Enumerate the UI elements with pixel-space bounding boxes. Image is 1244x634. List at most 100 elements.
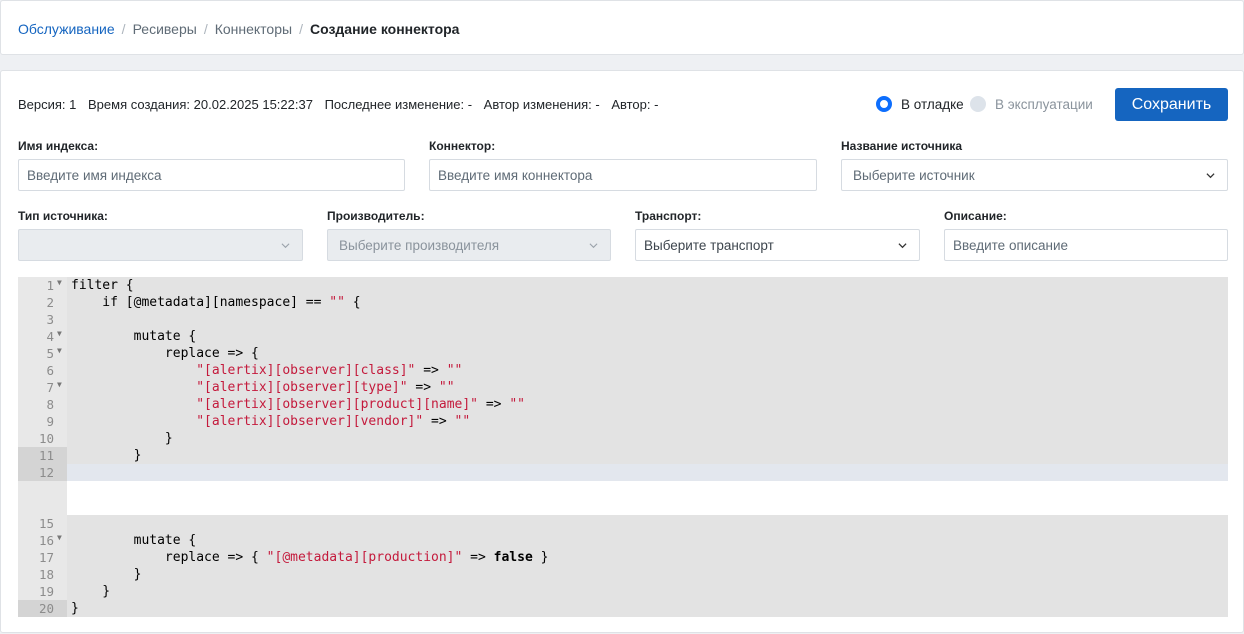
line-gutter: 9	[18, 413, 67, 430]
line-number: 6	[46, 363, 54, 378]
code-text: mutate {	[67, 328, 1228, 345]
description-input[interactable]: Введите описание	[944, 229, 1228, 261]
transport-label: Транспорт:	[635, 209, 702, 223]
source-type-select[interactable]	[18, 229, 303, 261]
chevron-down-icon	[1206, 173, 1215, 179]
line-gutter: 6	[18, 362, 67, 379]
line-number: 4	[46, 329, 54, 344]
fold-arrow-icon[interactable]: ▼	[57, 329, 62, 338]
breadcrumb-separator: /	[203, 21, 208, 37]
fold-arrow-icon[interactable]: ▼	[57, 533, 62, 542]
breadcrumb-item-service[interactable]: Обслуживание	[18, 21, 115, 37]
connector-label: Коннектор:	[429, 139, 496, 153]
code-editor[interactable]: 1 ▼ filter { 2 if [@metadata][namespace] …	[18, 277, 1228, 617]
transport-select[interactable]: Выберите транспорт	[635, 229, 920, 261]
line-gutter: 17	[18, 549, 67, 566]
code-text: replace => {	[67, 345, 1228, 362]
meta-created: Время создания: 20.02.2025 15:22:37	[88, 97, 313, 112]
line-number: 1	[46, 278, 54, 293]
line-gutter: 8	[18, 396, 67, 413]
line-number: 20	[38, 601, 54, 616]
save-button[interactable]: Сохранить	[1115, 88, 1228, 121]
chevron-down-icon	[281, 243, 290, 249]
code-line: 4 ▼ mutate {	[18, 328, 1228, 345]
code-line: 11 }	[18, 447, 1228, 464]
breadcrumb-bar: Обслуживание / Ресиверы / Коннекторы / С…	[0, 0, 1244, 55]
line-number: 5	[46, 346, 54, 361]
connector-placeholder: Введите имя коннектора	[438, 167, 593, 183]
source-name-label: Название источника	[841, 139, 963, 153]
editor-blank-area	[18, 481, 1228, 515]
code-text: "[alertix][observer][product][name]" => …	[67, 396, 1228, 413]
index-name-input[interactable]: Введите имя индекса	[18, 159, 405, 191]
source-type-label: Тип источника:	[18, 209, 108, 223]
code-text: }	[67, 600, 1228, 617]
line-number: 9	[46, 414, 54, 429]
code-text: if [@metadata][namespace] == "" {	[67, 294, 1228, 311]
breadcrumb-separator: /	[121, 21, 126, 37]
line-gutter: 16 ▼	[18, 532, 67, 549]
line-number: 7	[46, 380, 54, 395]
code-line: 2 if [@metadata][namespace] == "" {	[18, 294, 1228, 311]
code-line: 9 "[alertix][observer][vendor]" => ""	[18, 413, 1228, 430]
line-number: 16	[38, 533, 54, 548]
code-line: 5 ▼ replace => {	[18, 345, 1228, 362]
code-text: replace => { "[@metadata][production]" =…	[67, 549, 1228, 566]
code-text: }	[67, 566, 1228, 583]
code-line: 15	[18, 515, 1228, 532]
fold-arrow-icon[interactable]: ▼	[57, 380, 62, 389]
code-text: }	[67, 447, 1228, 464]
code-blank	[67, 481, 1228, 515]
line-gutter: 2	[18, 294, 67, 311]
line-gutter: 4 ▼	[18, 328, 67, 345]
code-text: }	[67, 430, 1228, 447]
code-text: "[alertix][observer][class]" => ""	[67, 362, 1228, 379]
radio-debug[interactable]: В отладке	[876, 96, 964, 112]
vendor-label: Производитель:	[327, 209, 425, 223]
code-line: 1 ▼ filter {	[18, 277, 1228, 294]
meta-modified-by: Автор изменения: -	[483, 97, 600, 112]
source-name-placeholder: Выберите источник	[853, 167, 975, 183]
line-gutter: 3	[18, 311, 67, 328]
source-name-select[interactable]: Выберите источник	[841, 159, 1228, 191]
chevron-down-icon	[589, 243, 598, 249]
breadcrumb-item-connectors[interactable]: Коннекторы	[215, 21, 292, 37]
line-number: 2	[46, 295, 54, 310]
fold-arrow-icon[interactable]: ▼	[57, 278, 62, 287]
transport-placeholder: Выберите транспорт	[644, 237, 774, 253]
code-text	[67, 464, 1228, 481]
line-gutter: 20	[18, 600, 67, 617]
chevron-down-icon	[898, 243, 907, 249]
index-name-label: Имя индекса:	[18, 139, 99, 153]
line-number: 3	[46, 312, 54, 327]
description-placeholder: Введите описание	[953, 237, 1069, 253]
breadcrumb-item-receivers[interactable]: Ресиверы	[133, 21, 197, 37]
line-gutter: 18	[18, 566, 67, 583]
radio-unchecked-icon	[970, 96, 986, 112]
code-line: 20 }	[18, 600, 1228, 617]
line-gutter: 1 ▼	[18, 277, 67, 294]
line-gutter: 15	[18, 515, 67, 532]
line-number: 11	[38, 448, 54, 463]
code-line: 3	[18, 311, 1228, 328]
radio-production[interactable]: В эксплуатации	[970, 96, 1093, 112]
code-line: 17 replace => { "[@metadata][production]…	[18, 549, 1228, 566]
breadcrumb-current: Создание коннектора	[309, 21, 460, 37]
code-line: 8 "[alertix][observer][product][name]" =…	[18, 396, 1228, 413]
line-gutter: 7 ▼	[18, 379, 67, 396]
vendor-select[interactable]: Выберите производителя	[327, 229, 611, 261]
fold-arrow-icon[interactable]: ▼	[57, 346, 62, 355]
connector-input[interactable]: Введите имя коннектора	[429, 159, 817, 191]
description-label: Описание:	[944, 209, 1007, 223]
line-number: 12	[38, 465, 54, 480]
index-name-placeholder: Введите имя индекса	[27, 167, 162, 183]
code-line: 10 }	[18, 430, 1228, 447]
code-text	[67, 515, 1228, 532]
line-number: 8	[46, 397, 54, 412]
vendor-placeholder: Выберите производителя	[339, 237, 500, 253]
code-text	[67, 311, 1228, 328]
line-gutter: 19	[18, 583, 67, 600]
line-gutter: 12	[18, 464, 67, 481]
code-line: 18 }	[18, 566, 1228, 583]
line-number: 17	[38, 550, 54, 565]
